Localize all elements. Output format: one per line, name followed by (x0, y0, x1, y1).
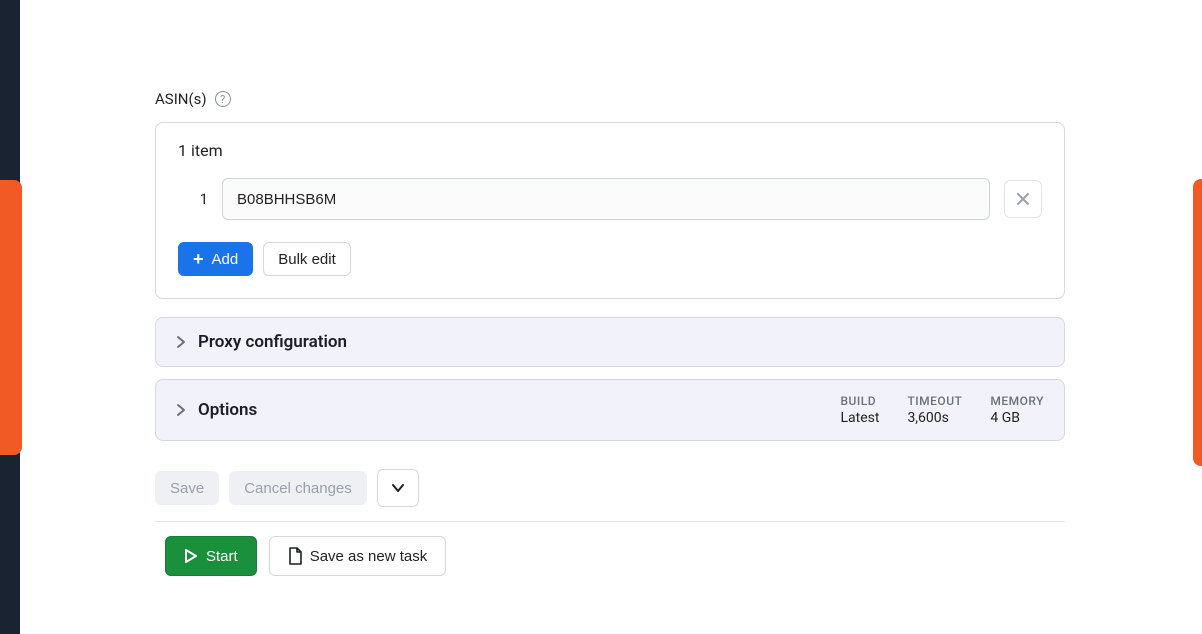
meta-build: BUILD Latest (840, 394, 879, 426)
asin-button-row: + Add Bulk edit (178, 242, 1042, 276)
cancel-button[interactable]: Cancel changes (229, 471, 367, 505)
meta-timeout-label: TIMEOUT (907, 394, 962, 408)
proxy-accordion-title: Proxy configuration (198, 332, 347, 352)
plus-icon: + (193, 250, 204, 268)
meta-timeout-value: 3,600s (907, 410, 962, 426)
meta-build-value: Latest (840, 410, 879, 426)
meta-memory: MEMORY 4 GB (990, 394, 1044, 426)
proxy-configuration-accordion[interactable]: Proxy configuration (155, 317, 1065, 367)
accordion-header-left: Proxy configuration (176, 332, 347, 352)
save-as-new-task-button[interactable]: Save as new task (269, 536, 447, 576)
asin-item-index: 1 (178, 190, 208, 208)
start-row: Start Save as new task (155, 536, 1065, 576)
options-accordion[interactable]: Options BUILD Latest TIMEOUT 3,600s MEMO… (155, 379, 1065, 441)
asin-field-label: ASIN(s) ? (155, 90, 1065, 108)
add-button[interactable]: + Add (178, 242, 253, 276)
meta-timeout: TIMEOUT 3,600s (907, 394, 962, 426)
asin-card: 1 item 1 + Add Bulk edit (155, 122, 1065, 299)
cancel-button-label: Cancel changes (244, 480, 352, 497)
form-content: ASIN(s) ? 1 item 1 + Add Bulk edit (155, 90, 1065, 576)
chevron-right-icon (176, 335, 186, 349)
add-button-label: Add (212, 251, 239, 268)
help-icon[interactable]: ? (215, 91, 231, 107)
options-meta: BUILD Latest TIMEOUT 3,600s MEMORY 4 GB (840, 394, 1044, 426)
divider (155, 521, 1065, 522)
right-edge-tab[interactable] (1193, 179, 1202, 466)
save-button[interactable]: Save (155, 471, 219, 505)
start-button[interactable]: Start (165, 536, 257, 576)
meta-build-label: BUILD (840, 394, 879, 408)
chevron-down-icon (391, 483, 405, 493)
asin-input[interactable] (222, 178, 990, 220)
bulk-edit-label: Bulk edit (278, 251, 336, 268)
save-cancel-row: Save Cancel changes (155, 469, 1065, 507)
asin-label-text: ASIN(s) (155, 90, 207, 108)
close-icon (1016, 192, 1030, 206)
file-icon (288, 547, 302, 565)
meta-memory-label: MEMORY (990, 394, 1044, 408)
start-button-label: Start (206, 548, 238, 565)
options-accordion-title: Options (198, 400, 257, 420)
remove-item-button[interactable] (1004, 180, 1042, 218)
chevron-right-icon (176, 403, 186, 417)
asin-item-row: 1 (178, 178, 1042, 220)
save-button-label: Save (170, 480, 204, 497)
save-as-new-label: Save as new task (310, 548, 428, 565)
left-edge-tab[interactable] (0, 180, 22, 455)
meta-memory-value: 4 GB (990, 410, 1044, 426)
bulk-edit-button[interactable]: Bulk edit (263, 242, 351, 276)
more-actions-dropdown[interactable] (377, 469, 419, 507)
accordion-header-left: Options (176, 400, 257, 420)
asin-item-count: 1 item (178, 141, 1042, 160)
play-icon (184, 548, 198, 564)
